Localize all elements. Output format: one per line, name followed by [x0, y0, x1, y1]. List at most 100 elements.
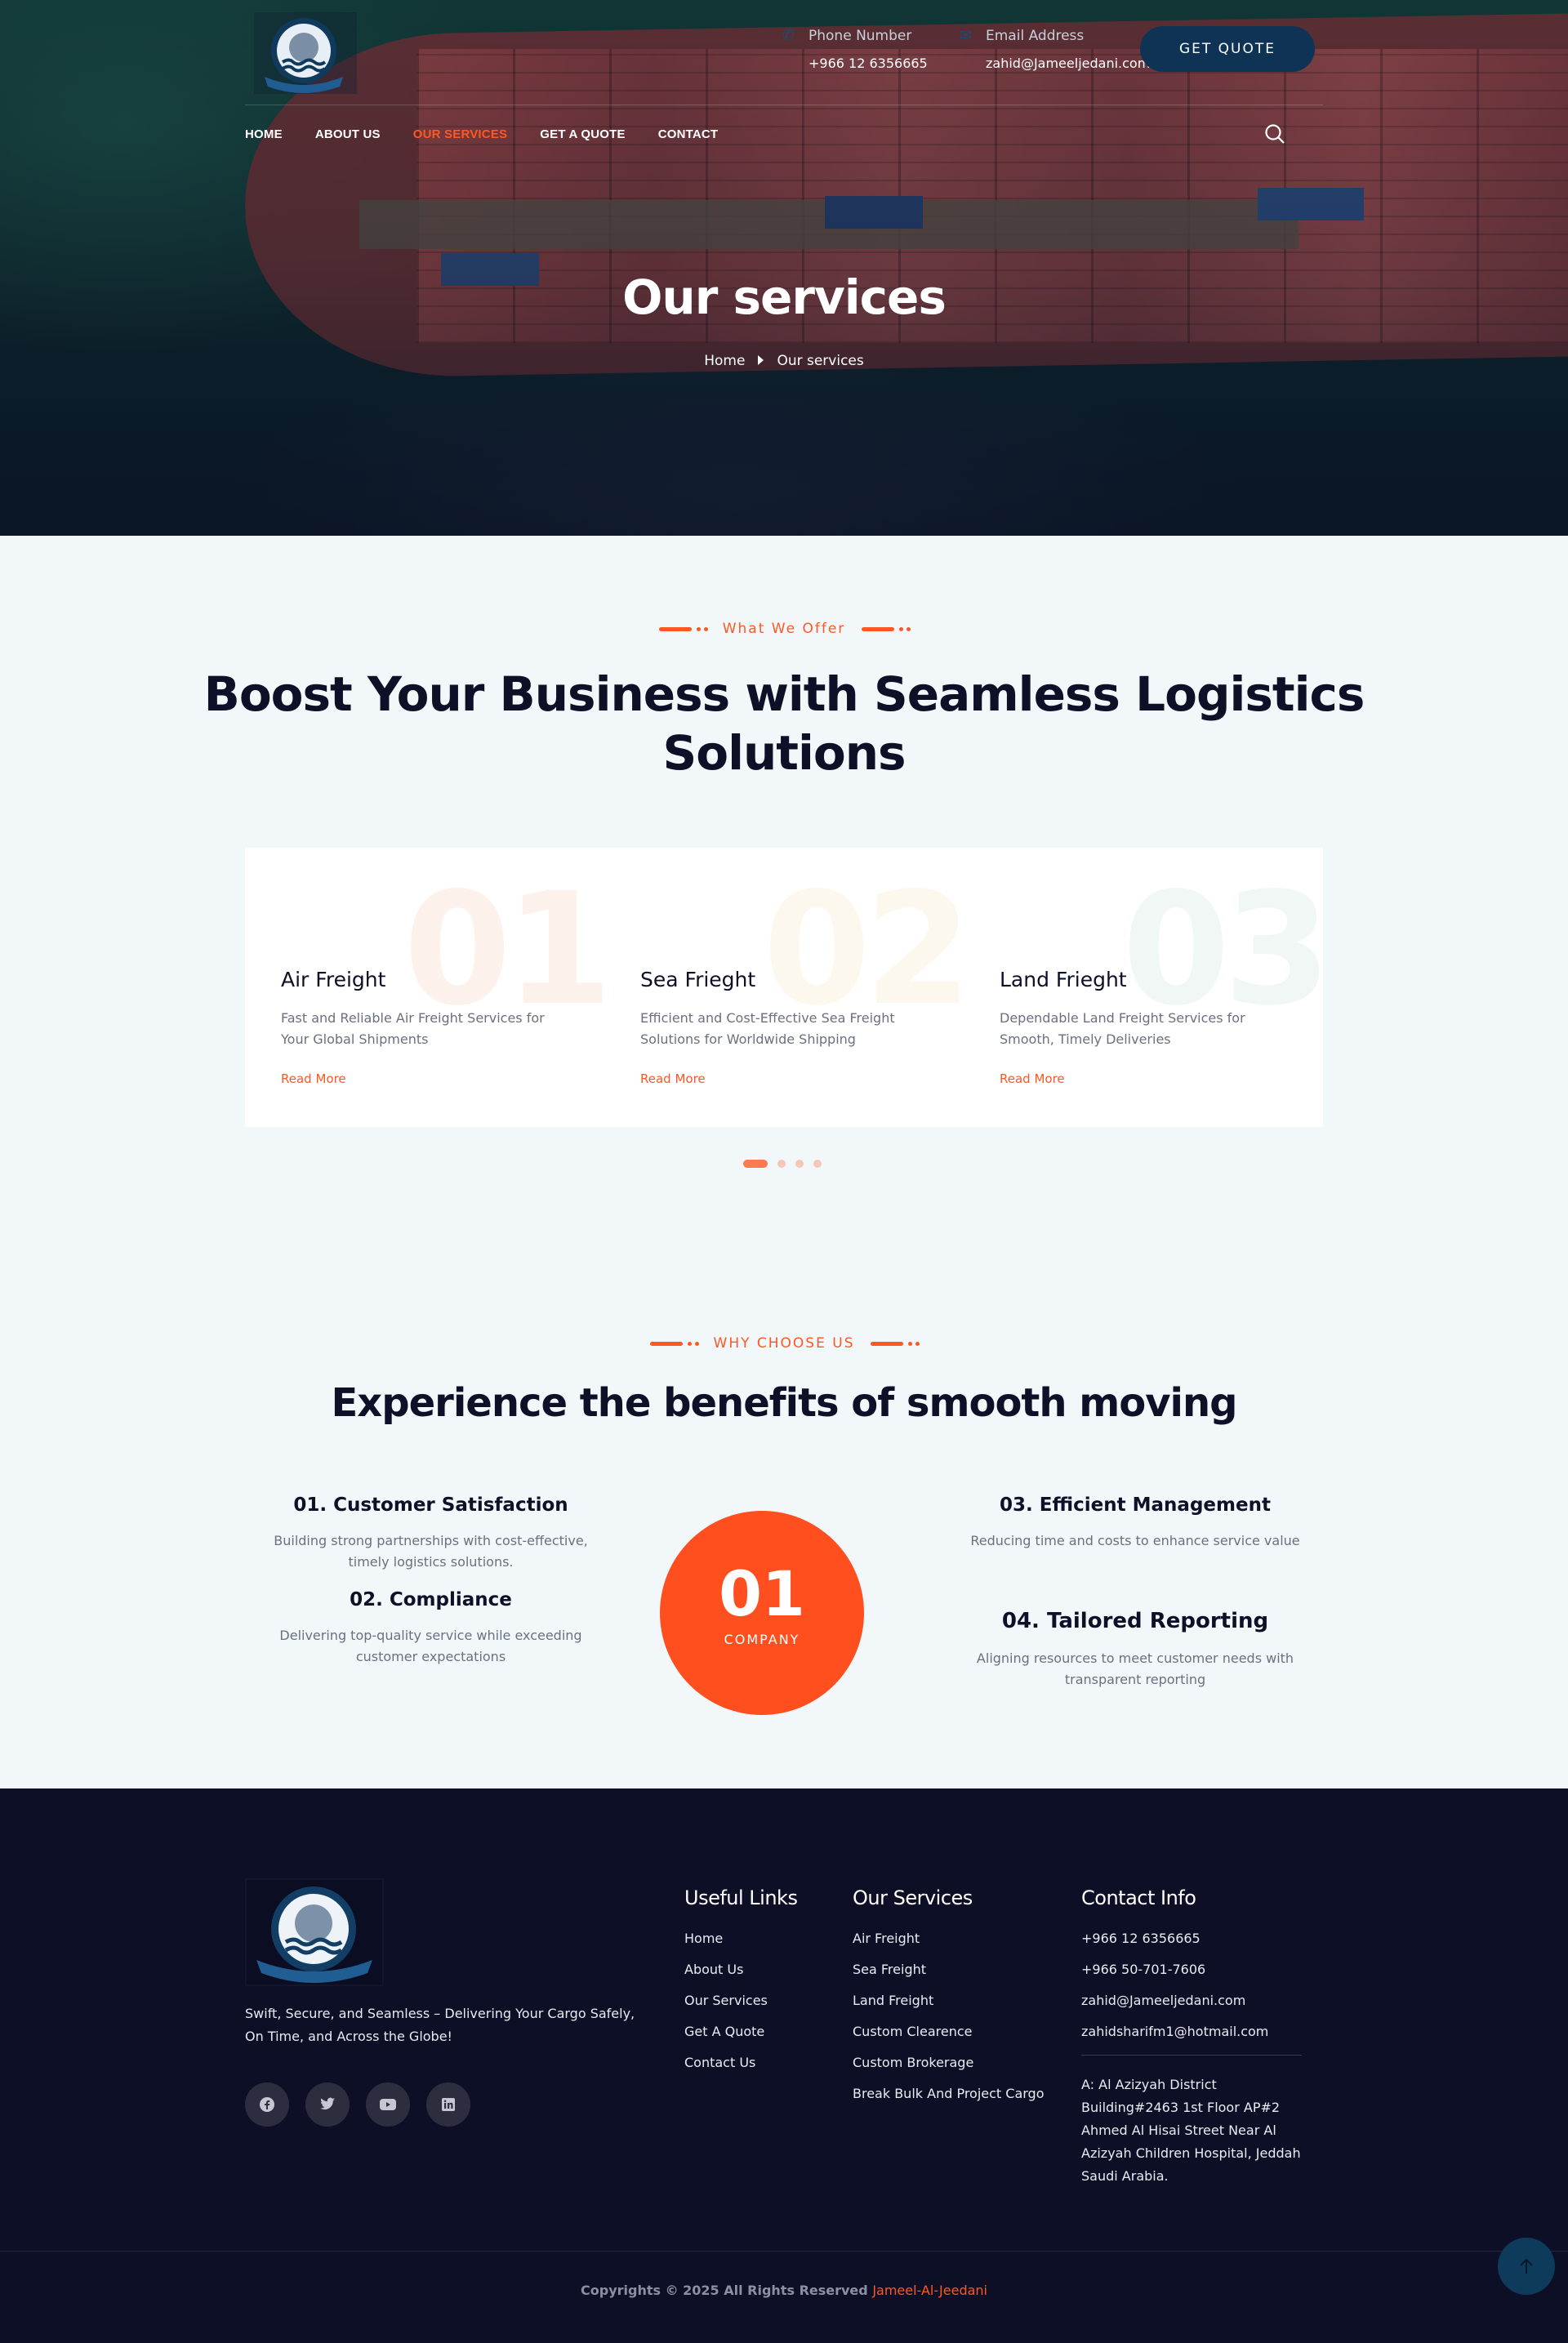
services-eyebrow: What We Offer [0, 621, 1568, 637]
read-more-link[interactable]: Read More [640, 1071, 706, 1086]
service-title: Land Frieght [1000, 968, 1127, 991]
phone-value[interactable]: +966 12 6356665 [782, 56, 928, 71]
hero-banner: ✆ Phone Number +966 12 6356665 ✉ Email Add… [0, 0, 1568, 536]
copyright-brand-link[interactable]: Jameel-Al-Jeedani [872, 2283, 987, 2298]
service-card-sea[interactable]: 02 Sea Frieght Efficient and Cost-Effect… [604, 848, 972, 1127]
services-carousel: 01 Air Freight Fast and Reliable Air Fre… [245, 848, 1331, 1127]
hero-overlay [0, 0, 1568, 536]
feature-description: Reducing time and costs to enhance servi… [970, 1533, 1300, 1548]
footer-service-link[interactable]: Break Bulk And Project Cargo [853, 2086, 1045, 2101]
footer-useful-links: Useful Links Home About Us Our Services Get… [684, 1886, 798, 2086]
footer-contact-item[interactable]: +966 12 6356665 [1081, 1931, 1310, 1946]
copyright-text: Copyrights © 2025 All Rights Reserved [581, 2283, 868, 2298]
service-number: 02 [763, 859, 972, 1040]
twitter-icon[interactable] [305, 2082, 350, 2127]
phone-info: ✆ Phone Number +966 12 6356665 [782, 27, 928, 72]
main-nav: HOME ABOUT US OUR SERVICES GET A QUOTE CONTA… [245, 127, 751, 141]
search-icon[interactable] [1264, 123, 1285, 145]
footer-contact-divider [1081, 2055, 1302, 2056]
footer-service-link[interactable]: Land Freight [853, 1993, 1045, 2008]
service-number: 03 [1122, 859, 1331, 1040]
footer-service-link[interactable]: Custom Brokerage [853, 2055, 1045, 2070]
footer-our-services: Our Services Air Freight Sea Freight Land … [853, 1886, 1045, 2117]
footer-service-link[interactable]: Sea Freight [853, 1962, 1045, 1977]
feature-efficient-management: 03. Efficient Management Reducing time a… [956, 1494, 1315, 1552]
arrow-up-icon [1520, 2258, 1533, 2274]
read-more-link[interactable]: Read More [281, 1071, 346, 1086]
email-icon: ✉ [960, 27, 973, 44]
carousel-pagination [743, 1160, 822, 1168]
footer-link[interactable]: Home [684, 1931, 797, 1946]
phone-icon: ✆ [782, 27, 795, 44]
service-description: Efficient and Cost-Effective Sea Freight… [640, 1010, 895, 1047]
footer-contact-item[interactable]: zahid@Jameeljedani.com [1081, 1993, 1310, 2008]
youtube-icon[interactable] [366, 2082, 410, 2127]
services-heading-line2: Solutions [662, 725, 906, 781]
services-heading: Boost Your Business with Seamless Logist… [0, 665, 1568, 782]
service-number: 01 [403, 859, 612, 1040]
copyright: Copyrights © 2025 All Rights Reserved Ja… [0, 2283, 1568, 2298]
why-eyebrow-text: WHY CHOOSE US [713, 1335, 855, 1352]
footer-column-title: Our Services [853, 1886, 973, 1909]
service-description: Dependable Land Freight Services for Smo… [1000, 1010, 1245, 1047]
facebook-icon[interactable] [245, 2082, 289, 2127]
footer-service-link[interactable]: Air Freight [853, 1931, 1045, 1946]
read-more-link[interactable]: Read More [1000, 1071, 1065, 1086]
footer-address: A: Al Azizyah District Building#2463 1st… [1081, 2077, 1301, 2184]
email-info: ✉ Email Address zahid@Jameeljedani.com [960, 27, 1150, 72]
carousel-dot[interactable] [795, 1160, 804, 1168]
phone-label: Phone Number [808, 28, 912, 44]
email-value[interactable]: zahid@Jameeljedani.com [960, 56, 1150, 71]
footer-link[interactable]: About Us [684, 1962, 797, 1977]
page-title: Our services [622, 269, 947, 325]
nav-item-our-services[interactable]: OUR SERVICES [413, 127, 508, 141]
feature-description: Delivering top-quality service while exc… [279, 1628, 582, 1664]
footer-link[interactable]: Get A Quote [684, 2024, 797, 2039]
counter-number: 01 [719, 1557, 805, 1630]
service-description: Fast and Reliable Air Freight Services f… [281, 1010, 545, 1047]
footer-column-title: Useful Links [684, 1886, 798, 1909]
footer-service-link[interactable]: Custom Clearence [853, 2024, 1045, 2039]
service-card-land[interactable]: 03 Land Frieght Dependable Land Freight … [964, 848, 1331, 1127]
get-quote-button[interactable]: GET QUOTE [1140, 26, 1315, 72]
feature-customer-satisfaction: 01. Customer Satisfaction Building stron… [253, 1494, 608, 1573]
nav-item-get-a-quote[interactable]: GET A QUOTE [540, 127, 625, 141]
feature-description: Aligning resources to meet customer need… [976, 1650, 1294, 1687]
service-title: Air Freight [281, 968, 386, 991]
scroll-to-top-button[interactable] [1498, 2238, 1555, 2295]
feature-title: 02. Compliance [350, 1589, 512, 1610]
feature-title: 01. Customer Satisfaction [293, 1494, 568, 1516]
why-heading: Experience the benefits of smooth moving [331, 1380, 1237, 1426]
feature-tailored-reporting: 04. Tailored Reporting Aligning resource… [956, 1609, 1315, 1690]
breadcrumb-home[interactable]: Home [704, 353, 745, 369]
footer-contact-info: Contact Info +966 12 6356665 +966 50-701-… [1081, 1886, 1310, 2188]
linkedin-icon[interactable] [426, 2082, 470, 2127]
breadcrumb-current: Our services [777, 353, 864, 369]
footer-logo[interactable] [245, 1878, 384, 1986]
services-eyebrow-text: What We Offer [722, 621, 846, 637]
breadcrumb-arrow-icon [758, 355, 764, 365]
footer-tagline: Swift, Secure, and Seamless – Delivering… [245, 2006, 635, 2044]
service-card-air[interactable]: 01 Air Freight Fast and Reliable Air Fre… [245, 848, 612, 1127]
footer-column-title: Contact Info [1081, 1886, 1196, 1909]
nav-item-about-us[interactable]: ABOUT US [315, 127, 381, 141]
feature-title: 03. Efficient Management [1000, 1494, 1271, 1516]
footer-contact-item[interactable]: zahidsharifm1@hotmail.com [1081, 2024, 1310, 2039]
footer-contact-item[interactable]: +966 50-701-7606 [1081, 1962, 1310, 1977]
footer-divider [0, 2251, 1568, 2252]
nav-item-contact[interactable]: CONTACT [658, 127, 719, 141]
counter-label: COMPANY [724, 1632, 800, 1647]
feature-description: Building strong partnerships with cost-e… [274, 1533, 588, 1570]
social-links [245, 2082, 470, 2127]
site-footer: Swift, Secure, and Seamless – Delivering… [0, 1788, 1568, 2343]
nav-item-home[interactable]: HOME [245, 127, 283, 141]
footer-link[interactable]: Contact Us [684, 2055, 797, 2070]
feature-compliance: 02. Compliance Delivering top-quality se… [253, 1589, 608, 1668]
carousel-dot[interactable] [813, 1160, 822, 1168]
carousel-dot[interactable] [743, 1160, 768, 1168]
carousel-dot[interactable] [777, 1160, 786, 1168]
email-label: Email Address [986, 28, 1085, 44]
feature-title: 04. Tailored Reporting [1001, 1609, 1269, 1633]
footer-link[interactable]: Our Services [684, 1993, 797, 2008]
site-logo[interactable] [253, 11, 358, 95]
